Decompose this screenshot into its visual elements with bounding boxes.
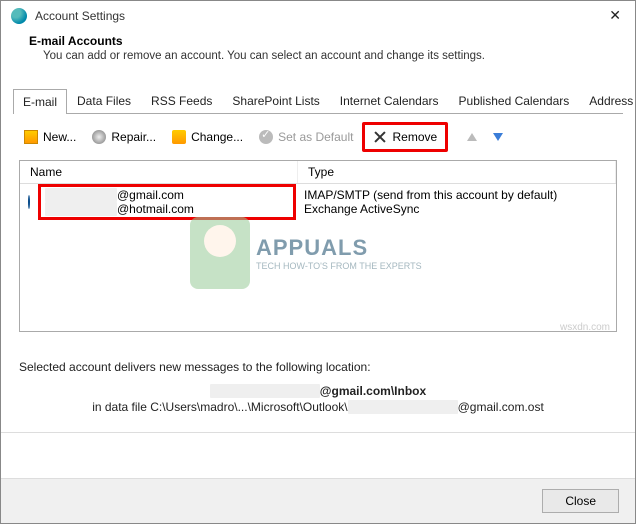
watermark-figure-icon xyxy=(190,217,250,289)
folder-edit-icon xyxy=(172,130,186,144)
move-down-button[interactable] xyxy=(486,129,510,145)
remove-highlight: Remove xyxy=(362,122,448,152)
tab-data-files[interactable]: Data Files xyxy=(67,88,141,113)
change-label: Change... xyxy=(191,130,243,144)
delivery-info: Selected account delivers new messages t… xyxy=(1,346,635,418)
section-heading: E-mail Accounts xyxy=(29,34,607,48)
repair-button[interactable]: Repair... xyxy=(85,126,163,148)
remove-label: Remove xyxy=(392,130,437,144)
x-icon xyxy=(373,130,387,144)
watermark: APPUALS TECH HOW-TO'S FROM THE EXPERTS xyxy=(190,217,422,289)
row1-type: IMAP/SMTP (send from this account by def… xyxy=(304,188,608,202)
new-button[interactable]: New... xyxy=(17,126,83,148)
move-up-button xyxy=(460,129,484,145)
section-subtext: You can add or remove an account. You ca… xyxy=(29,50,607,62)
table-row[interactable]: XXXXXXXX@gmail.com XXXXXXXX@hotmail.com … xyxy=(20,184,616,220)
delivery-location: @gmail.com\Inbox xyxy=(320,384,426,398)
dialog-footer: Close xyxy=(1,478,635,523)
close-button[interactable]: Close xyxy=(542,489,619,513)
tab-sharepoint-lists[interactable]: SharePoint Lists xyxy=(222,88,329,113)
arrow-down-icon xyxy=(493,133,503,141)
remove-button[interactable]: Remove xyxy=(366,126,444,148)
separator xyxy=(1,432,635,433)
arrow-up-icon xyxy=(467,133,477,141)
row1-name: @gmail.com xyxy=(117,188,184,202)
tab-rss-feeds[interactable]: RSS Feeds xyxy=(141,88,222,113)
header-section: E-mail Accounts You can add or remove an… xyxy=(1,30,635,84)
repair-label: Repair... xyxy=(111,130,156,144)
delivery-line1: Selected account delivers new messages t… xyxy=(19,360,617,374)
window-title: Account Settings xyxy=(35,9,605,23)
tab-strip: E-mail Data Files RSS Feeds SharePoint L… xyxy=(13,88,623,114)
tab-published-calendars[interactable]: Published Calendars xyxy=(449,88,580,113)
titlebar: Account Settings ✕ xyxy=(1,1,635,30)
row2-name: @hotmail.com xyxy=(117,202,194,216)
app-icon xyxy=(11,8,27,24)
tab-internet-calendars[interactable]: Internet Calendars xyxy=(330,88,449,113)
accounts-table: Name Type XXXXXXXX@gmail.com XXXXXXXX@ho… xyxy=(19,160,617,332)
check-circle-icon xyxy=(259,130,273,144)
account-settings-dialog: Account Settings ✕ E-mail Accounts You c… xyxy=(0,0,636,524)
table-header: Name Type xyxy=(20,161,616,184)
change-button[interactable]: Change... xyxy=(165,126,250,148)
row2-type: Exchange ActiveSync xyxy=(304,202,608,216)
delivery-path-prefix: in data file C:\Users\madro\...\Microsof… xyxy=(92,400,347,414)
watermark-tagline: TECH HOW-TO'S FROM THE EXPERTS xyxy=(256,261,422,271)
close-icon[interactable]: ✕ xyxy=(605,7,625,24)
site-watermark: wsxdn.com xyxy=(560,322,610,332)
selected-rows-highlight: XXXXXXXX@gmail.com XXXXXXXX@hotmail.com xyxy=(38,184,296,220)
tab-address-books[interactable]: Address Books xyxy=(579,88,636,113)
tab-email[interactable]: E-mail xyxy=(13,89,67,114)
col-type[interactable]: Type xyxy=(298,161,616,183)
col-name[interactable]: Name xyxy=(20,161,298,183)
toolbar: New... Repair... Change... Set as Defaul… xyxy=(1,114,635,160)
watermark-brand: APPUALS xyxy=(256,235,422,261)
set-default-label: Set as Default xyxy=(278,130,353,144)
delivery-path-suffix: @gmail.com.ost xyxy=(458,400,544,414)
gear-icon xyxy=(92,130,106,144)
set-default-button: Set as Default xyxy=(252,126,360,148)
new-label: New... xyxy=(43,130,76,144)
default-account-icon xyxy=(28,195,30,209)
mail-new-icon xyxy=(24,130,38,144)
